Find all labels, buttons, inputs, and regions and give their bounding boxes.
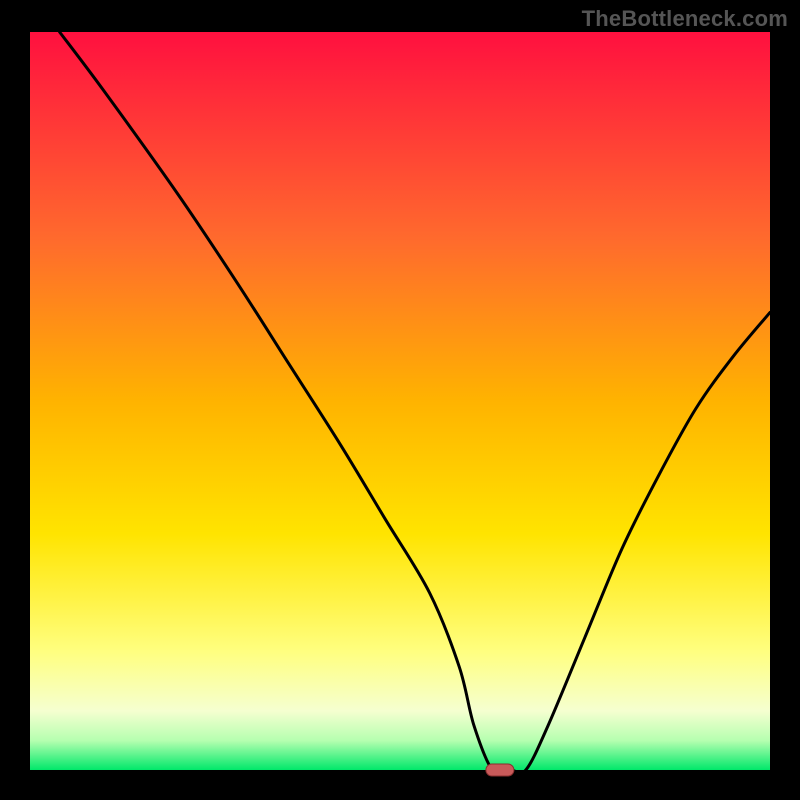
attribution-text: TheBottleneck.com	[582, 6, 788, 32]
chart-frame: { "attribution": "TheBottleneck.com", "c…	[0, 0, 800, 800]
optimal-marker	[486, 764, 514, 776]
bottleneck-chart	[0, 0, 800, 800]
